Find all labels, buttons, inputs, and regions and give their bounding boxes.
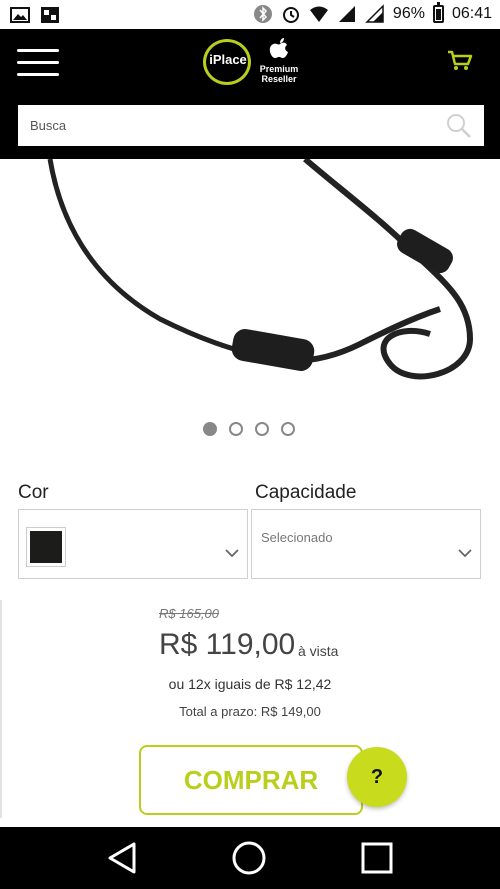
alarm-icon bbox=[282, 7, 299, 23]
premium-text: Premium bbox=[259, 64, 299, 74]
apple-logo-icon bbox=[269, 38, 288, 58]
menu-line bbox=[17, 61, 59, 64]
carousel-dot-3[interactable] bbox=[255, 422, 269, 436]
carousel-dot-1[interactable] bbox=[203, 422, 217, 436]
capacity-placeholder: Selecionado bbox=[261, 530, 333, 545]
menu-line bbox=[17, 49, 59, 52]
current-price: R$ 119,00 bbox=[159, 628, 296, 661]
product-image[interactable] bbox=[0, 159, 500, 404]
price-section: R$ 165,00 R$ 119,00 à vista ou 12x iguai… bbox=[0, 600, 500, 820]
iplace-logo[interactable]: iPlace Premium Reseller bbox=[203, 37, 303, 87]
help-button[interactable]: ? bbox=[347, 747, 407, 807]
color-select[interactable] bbox=[18, 509, 248, 579]
recents-icon[interactable] bbox=[358, 839, 396, 877]
back-icon[interactable] bbox=[104, 839, 142, 877]
logo-text: iPlace bbox=[209, 52, 247, 67]
image-icon bbox=[10, 7, 30, 23]
android-nav-bar bbox=[0, 827, 500, 889]
old-price: R$ 165,00 bbox=[159, 606, 219, 621]
status-bar: 96% 06:41 bbox=[0, 0, 500, 29]
wifi-icon bbox=[309, 6, 328, 22]
capacity-label: Capacidade bbox=[255, 482, 357, 503]
signal-3g-icon bbox=[338, 6, 355, 22]
installments-text: ou 12x iguais de R$ 12,42 bbox=[168, 676, 332, 692]
clock: 06:41 bbox=[451, 5, 492, 22]
carousel-dot-2[interactable] bbox=[229, 422, 243, 436]
reseller-text: Reseller bbox=[261, 74, 297, 84]
app-header: iPlace Premium Reseller bbox=[0, 29, 500, 159]
chevron-down-icon bbox=[458, 549, 472, 558]
battery-icon bbox=[432, 2, 444, 23]
carousel-dots bbox=[203, 422, 295, 436]
color-label: Cor bbox=[18, 482, 49, 503]
hamburger-menu-button[interactable] bbox=[17, 49, 59, 79]
bluetooth-icon bbox=[253, 5, 272, 23]
search-icon[interactable] bbox=[446, 113, 472, 139]
total-price-text: Total a prazo: R$ 149,00 bbox=[179, 704, 321, 719]
price-suffix: à vista bbox=[298, 643, 339, 659]
capacity-select[interactable]: Selecionado bbox=[251, 509, 481, 579]
search-input[interactable] bbox=[18, 105, 418, 146]
cart-icon[interactable] bbox=[446, 48, 474, 72]
signal-4g-icon bbox=[365, 4, 384, 23]
app-notification-icon bbox=[41, 7, 59, 23]
search-bar bbox=[18, 105, 484, 146]
premium-reseller-label: Premium Reseller bbox=[259, 64, 299, 84]
chevron-down-icon bbox=[225, 549, 239, 558]
carousel-dot-4[interactable] bbox=[281, 422, 295, 436]
menu-line bbox=[17, 73, 59, 76]
color-swatch bbox=[26, 527, 66, 567]
home-icon[interactable] bbox=[230, 839, 268, 877]
buy-button[interactable]: COMPRAR bbox=[139, 745, 363, 815]
color-swatch-fill bbox=[30, 531, 62, 563]
battery-percent: 96% bbox=[392, 5, 425, 22]
